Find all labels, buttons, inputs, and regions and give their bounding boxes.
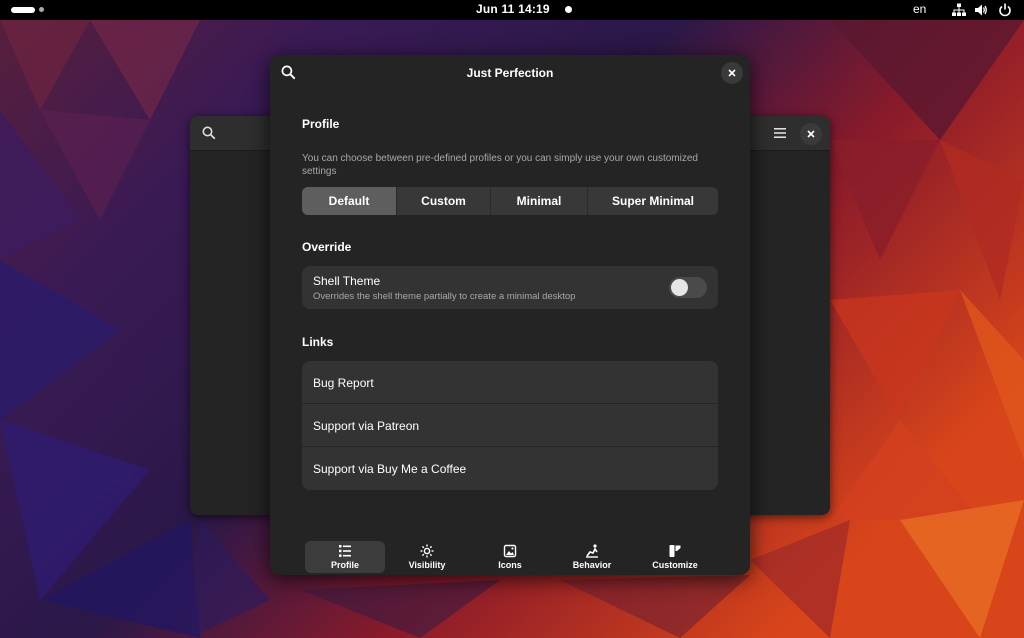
close-button[interactable] bbox=[721, 62, 743, 84]
power-icon[interactable] bbox=[998, 3, 1012, 17]
nav-customize[interactable]: Customize bbox=[635, 541, 715, 573]
nav-icons[interactable]: Icons bbox=[470, 541, 550, 573]
links-section-title: Links bbox=[302, 335, 334, 349]
search-icon[interactable] bbox=[202, 126, 216, 140]
brush-icon bbox=[669, 545, 681, 557]
nav-label: Profile bbox=[330, 560, 359, 570]
profile-option-super-minimal[interactable]: Super Minimal bbox=[588, 187, 718, 215]
dialog-header: Just Perfection bbox=[270, 55, 750, 91]
shell-theme-toggle[interactable] bbox=[669, 277, 707, 298]
link-label: Support via Buy Me a Coffee bbox=[313, 462, 467, 476]
profile-section-title: Profile bbox=[302, 117, 340, 131]
nav-profile[interactable]: Profile bbox=[305, 541, 385, 573]
link-bug-report[interactable]: Bug Report bbox=[302, 361, 718, 404]
shell-theme-subtitle: Overrides the shell theme partially to c… bbox=[313, 291, 576, 302]
hamburger-menu-icon[interactable] bbox=[773, 126, 787, 140]
link-label: Support via Patreon bbox=[313, 419, 420, 433]
close-icon bbox=[728, 69, 736, 77]
shell-theme-row: Shell Theme Overrides the shell theme pa… bbox=[302, 266, 718, 309]
dialog-title: Just Perfection bbox=[466, 66, 554, 80]
close-icon bbox=[807, 130, 815, 138]
profile-option-default[interactable]: Default bbox=[302, 187, 397, 215]
profile-description: You can choose between pre-defined profi… bbox=[302, 153, 698, 177]
sun-icon bbox=[420, 544, 434, 558]
links-card: Bug Report Support via Patreon Support v… bbox=[302, 361, 718, 490]
background-close-button[interactable] bbox=[800, 123, 822, 145]
preferences-dialog: Just Perfection Profile You can choose b… bbox=[270, 55, 750, 575]
image-icon bbox=[503, 544, 517, 558]
top-bar: Jun 11 14:19 en bbox=[0, 0, 1024, 20]
nav-label: Customize bbox=[652, 560, 698, 570]
language-indicator[interactable]: en bbox=[913, 2, 926, 16]
runner-icon bbox=[586, 544, 598, 558]
toggle-knob bbox=[671, 279, 688, 296]
nav-label: Icons bbox=[498, 560, 522, 570]
link-label: Bug Report bbox=[313, 376, 374, 390]
profile-selector: Default Custom Minimal Super Minimal bbox=[302, 187, 718, 215]
link-patreon[interactable]: Support via Patreon bbox=[302, 404, 718, 447]
override-section-title: Override bbox=[302, 240, 352, 254]
nav-behavior[interactable]: Behavior bbox=[552, 541, 632, 573]
override-card: Shell Theme Overrides the shell theme pa… bbox=[302, 266, 718, 309]
link-buy-me-a-coffee[interactable]: Support via Buy Me a Coffee bbox=[302, 447, 718, 490]
list-icon bbox=[339, 545, 351, 557]
workspace-dot[interactable] bbox=[39, 7, 44, 12]
shell-theme-title: Shell Theme bbox=[313, 274, 381, 288]
nav-visibility[interactable]: Visibility bbox=[387, 541, 467, 573]
bottom-navigation: Profile Visibility Icons Behavior Custom… bbox=[270, 535, 750, 575]
nav-label: Behavior bbox=[572, 560, 612, 570]
profile-option-minimal[interactable]: Minimal bbox=[491, 187, 588, 215]
clock[interactable]: Jun 11 14:19 bbox=[476, 2, 550, 16]
profile-option-custom[interactable]: Custom bbox=[397, 187, 491, 215]
network-icon[interactable] bbox=[952, 3, 966, 17]
activities-indicator[interactable] bbox=[11, 7, 35, 13]
nav-label: Visibility bbox=[408, 560, 446, 570]
notification-dot bbox=[565, 6, 572, 13]
volume-icon[interactable] bbox=[974, 3, 988, 17]
